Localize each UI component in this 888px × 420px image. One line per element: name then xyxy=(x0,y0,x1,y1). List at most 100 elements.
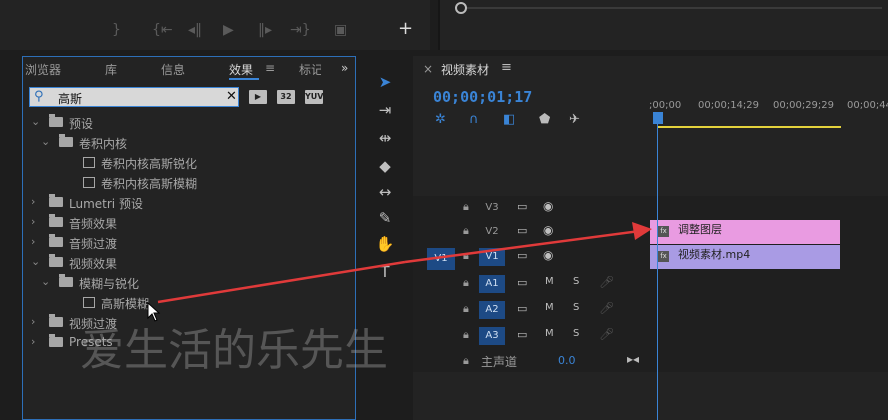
lift-icon[interactable]: ▣ xyxy=(334,22,347,38)
eye-icon[interactable]: ◉ xyxy=(543,248,553,262)
mute-button[interactable]: M xyxy=(545,328,554,339)
lock-icon[interactable]: 🔒︎ xyxy=(463,276,469,290)
timecode-display[interactable]: 00;00;01;17 xyxy=(433,88,532,106)
folder-item[interactable]: › 音频效果 xyxy=(23,213,355,233)
yuv-effects-filter[interactable]: YUV xyxy=(305,90,323,104)
razor-tool-icon[interactable]: ◆ xyxy=(373,154,397,178)
lock-icon[interactable]: 🔒︎ xyxy=(463,328,469,342)
effect-item[interactable]: 卷积内核高斯锐化 xyxy=(23,153,355,173)
clip-adjustment-layer[interactable]: fx 调整图层 xyxy=(650,220,840,244)
chevron-down-icon[interactable]: ⌄ xyxy=(31,115,40,128)
track-target[interactable]: A2 xyxy=(479,301,505,319)
tab-browser[interactable]: 浏览器 xyxy=(25,61,61,78)
lock-icon[interactable]: 🔒︎ xyxy=(463,224,469,238)
selection-tool-icon[interactable]: ➤ xyxy=(373,70,397,94)
chevron-down-icon[interactable]: ⌄ xyxy=(31,255,40,268)
solo-button[interactable]: S xyxy=(573,302,579,313)
sync-lock-icon[interactable]: ▭ xyxy=(517,200,527,213)
source-patch-v1[interactable]: V1 xyxy=(427,248,455,270)
work-area-bar[interactable] xyxy=(657,126,841,128)
mark-out-icon[interactable]: } xyxy=(112,22,121,38)
folder-item[interactable]: ⌄ 模糊与锐化 xyxy=(23,273,355,293)
track-target[interactable]: V2 xyxy=(479,223,505,241)
tab-info[interactable]: 信息 xyxy=(161,61,185,78)
microphone-icon[interactable]: 🎤︎ xyxy=(599,327,614,341)
add-button[interactable]: + xyxy=(398,18,413,39)
accelerated-effects-filter[interactable]: ▶ xyxy=(249,90,267,104)
solo-button[interactable]: S xyxy=(573,328,579,339)
add-marker-icon[interactable]: ⬟ xyxy=(539,112,550,127)
mute-button[interactable]: M xyxy=(545,302,554,313)
snap-icon[interactable]: ∩ xyxy=(469,112,479,127)
type-tool-icon[interactable]: T xyxy=(373,260,397,284)
clip-video-footage[interactable]: fx 视频素材.mp4 xyxy=(650,245,840,269)
track-select-tool-icon[interactable]: ⇥ xyxy=(373,98,397,122)
sequence-menu-icon[interactable]: ≡ xyxy=(501,60,512,75)
ripple-edit-tool-icon[interactable]: ⇹ xyxy=(373,126,397,150)
chevron-right-icon[interactable]: › xyxy=(31,235,35,248)
track-target[interactable]: V3 xyxy=(479,199,505,217)
eye-icon[interactable]: ◉ xyxy=(543,199,553,213)
chevron-right-icon[interactable]: › xyxy=(31,335,35,348)
track-target[interactable]: A3 xyxy=(479,327,505,345)
lock-icon[interactable]: 🔒︎ xyxy=(463,200,469,214)
search-input[interactable]: ⚲ 高斯 ✕ xyxy=(29,87,239,107)
chevron-right-icon[interactable]: › xyxy=(31,315,35,328)
pen-tool-icon[interactable]: ✎ xyxy=(373,206,397,230)
track-target[interactable]: A1 xyxy=(479,275,505,293)
sync-lock-icon[interactable]: ▭ xyxy=(517,224,527,237)
step-forward-icon[interactable]: ‖▸ xyxy=(258,22,272,38)
microphone-icon[interactable]: 🎤︎ xyxy=(599,301,614,315)
play-icon[interactable]: ▶ xyxy=(223,22,234,38)
playhead-line[interactable] xyxy=(657,124,658,420)
folder-item[interactable]: › 音频过渡 xyxy=(23,233,355,253)
folder-item[interactable]: ⌄ 卷积内核 xyxy=(23,133,355,153)
slip-tool-icon[interactable]: ↔ xyxy=(373,180,397,204)
hand-tool-icon[interactable]: ✋ xyxy=(373,232,397,256)
playhead-handle[interactable] xyxy=(653,112,663,124)
sync-lock-icon[interactable]: ▭ xyxy=(517,302,527,315)
clear-search-icon[interactable]: ✕ xyxy=(226,89,237,104)
tab-menu-icon[interactable]: ≡ xyxy=(265,61,275,75)
folder-item[interactable]: › Lumetri 预设 xyxy=(23,193,355,213)
mute-button[interactable]: M xyxy=(545,276,554,287)
go-to-in-icon[interactable]: {⇤ xyxy=(152,22,173,38)
microphone-icon[interactable]: 🎤︎ xyxy=(599,275,614,289)
effect-item[interactable]: 卷积内核高斯模糊 xyxy=(23,173,355,193)
master-volume-value[interactable]: 0.0 xyxy=(558,354,576,367)
effect-item[interactable]: 高斯模糊 xyxy=(23,293,355,313)
solo-button[interactable]: S xyxy=(573,276,579,287)
chevron-down-icon[interactable]: ⌄ xyxy=(41,275,50,288)
eye-icon[interactable]: ◉ xyxy=(543,223,553,237)
step-back-icon[interactable]: ◂‖ xyxy=(188,22,202,38)
settings-wrench-icon[interactable]: ✈ xyxy=(569,112,580,127)
close-sequence-icon[interactable]: × xyxy=(423,62,433,76)
chevron-right-icon[interactable]: › xyxy=(31,215,35,228)
track-header-a1: 🔒︎ A1 ▭ M S 🎤︎ xyxy=(413,272,649,296)
tab-markers[interactable]: 标记 xyxy=(299,61,321,78)
tree-item-label: 预设 xyxy=(69,117,94,131)
track-target[interactable]: V1 xyxy=(479,248,505,266)
scrub-handle[interactable] xyxy=(455,2,467,14)
overflow-tabs-icon[interactable]: » xyxy=(341,61,348,75)
folder-item[interactable]: ⌄ 预设 xyxy=(23,113,355,133)
sync-lock-icon[interactable]: ▭ xyxy=(517,328,527,341)
sync-lock-icon[interactable]: ▭ xyxy=(517,276,527,289)
folder-item[interactable]: ⌄ 视频效果 xyxy=(23,253,355,273)
tab-effects[interactable]: 效果 xyxy=(229,61,253,78)
tab-library[interactable]: 库 xyxy=(105,61,117,78)
sync-lock-icon[interactable]: ▭ xyxy=(517,249,527,262)
go-to-out-icon[interactable]: ⇥} xyxy=(290,22,311,38)
lock-icon[interactable]: 🔒︎ xyxy=(463,249,469,263)
sequence-tab-title[interactable]: 视频素材 xyxy=(441,61,489,78)
lock-icon[interactable]: 🔒︎ xyxy=(463,302,469,316)
chevron-right-icon[interactable]: › xyxy=(31,195,35,208)
scrub-bar[interactable] xyxy=(467,7,882,9)
chevron-down-icon[interactable]: ⌄ xyxy=(41,135,50,148)
clip-label: 视频素材.mp4 xyxy=(678,248,751,261)
go-to-end-icon[interactable]: ▸◂ xyxy=(627,352,639,366)
linked-selection-icon[interactable]: ◧ xyxy=(503,112,515,127)
nest-icon[interactable]: ✲ xyxy=(435,112,446,127)
lock-icon[interactable]: 🔒︎ xyxy=(463,354,469,368)
32bit-effects-filter[interactable]: 32 xyxy=(277,90,295,104)
